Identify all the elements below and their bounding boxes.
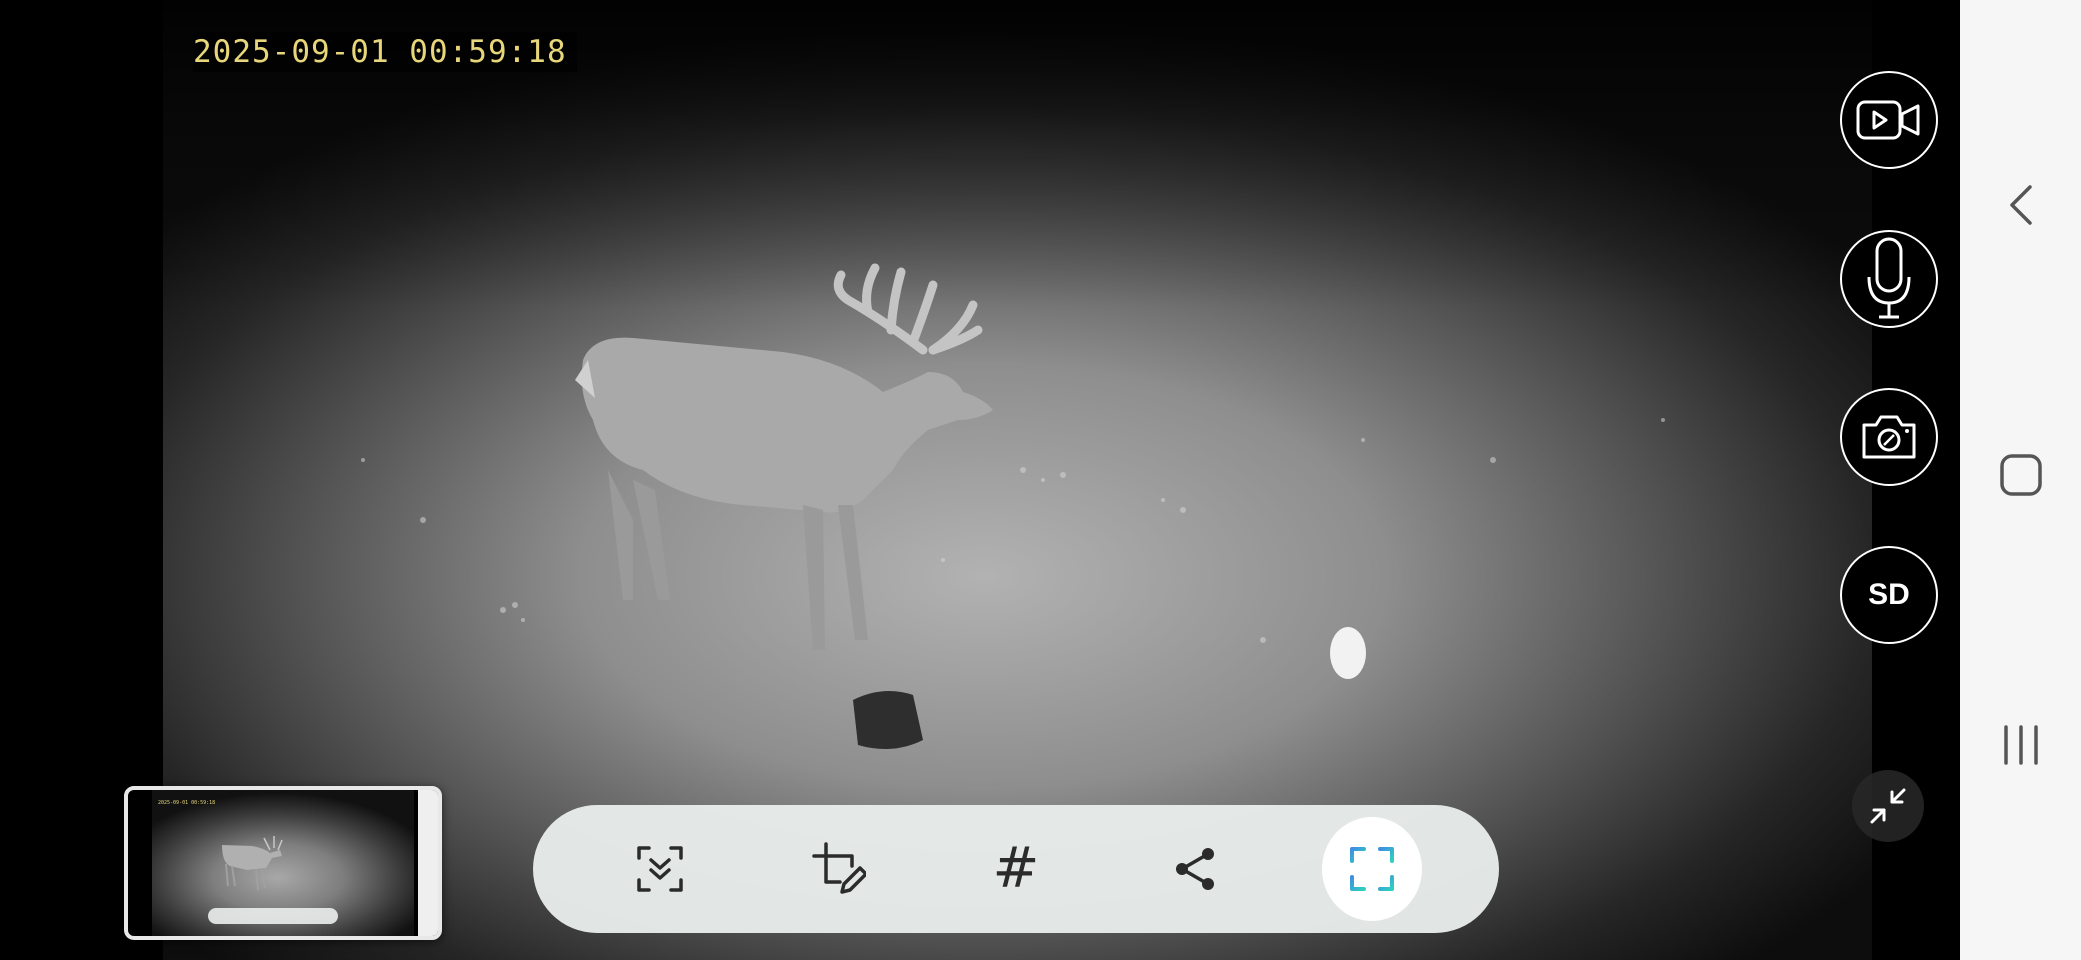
screenshot-toolbar: #: [533, 805, 1499, 933]
quality-label: SD: [1868, 578, 1910, 611]
screenshot-preview-thumbnail[interactable]: 2025-09-01 00:59:18: [124, 786, 442, 940]
video-camera-icon: [1856, 100, 1920, 140]
back-button[interactable]: [1960, 155, 2081, 255]
exit-fullscreen-button[interactable]: [1852, 770, 1924, 842]
stump: [853, 691, 923, 749]
microphone-icon: [1867, 237, 1911, 319]
back-chevron-icon: [2009, 185, 2032, 225]
thumbnail-nav: [418, 790, 438, 936]
record-video-button[interactable]: [1840, 71, 1938, 169]
hashtag-icon: #: [992, 836, 1040, 901]
talk-microphone-button[interactable]: [1840, 230, 1938, 328]
scroll-capture-icon: [637, 846, 683, 892]
home-button[interactable]: [1960, 425, 2081, 525]
snapshot-button[interactable]: [1840, 388, 1938, 486]
recents-button[interactable]: [1960, 695, 2081, 795]
tag-button[interactable]: #: [966, 819, 1066, 919]
grass-texture: [361, 418, 1665, 643]
home-square-icon: [1999, 454, 2042, 496]
crop-edit-icon: [812, 842, 866, 894]
collapse-arrows-icon: [1870, 788, 1906, 824]
expand-button-highlight: [1322, 817, 1422, 921]
deer: [575, 263, 993, 650]
scroll-capture-button[interactable]: [610, 819, 710, 919]
flower-cluster: [1330, 627, 1366, 679]
recents-bars-icon: [2003, 725, 2038, 765]
crop-draw-button[interactable]: [789, 819, 889, 919]
share-button[interactable]: [1145, 819, 1245, 919]
timestamp-overlay: 2025-09-01 00:59:18: [193, 32, 577, 72]
system-nav-bar: [1960, 0, 2081, 960]
camera-icon: [1862, 415, 1916, 459]
expand-button[interactable]: [1322, 817, 1422, 921]
expand-frame-icon: [1350, 847, 1394, 891]
quality-toggle-button[interactable]: SD: [1840, 546, 1938, 644]
share-icon: [1176, 848, 1214, 890]
thumbnail-toolbar: [208, 908, 338, 924]
